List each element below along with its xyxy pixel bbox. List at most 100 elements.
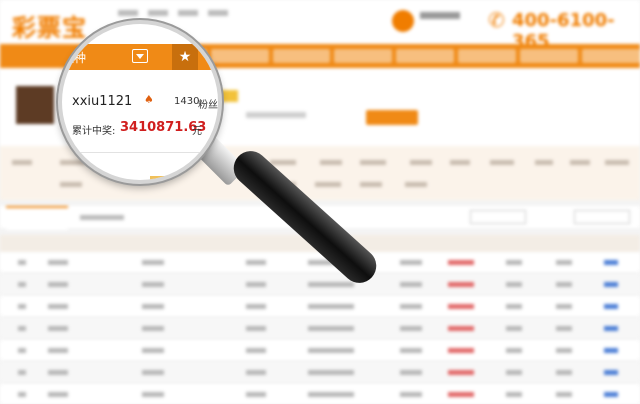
filter-chip[interactable] [12, 160, 32, 165]
table-cell [506, 282, 522, 287]
filter-chip[interactable] [315, 182, 341, 187]
table-cell [18, 370, 26, 375]
fans-count: 1430 [174, 96, 200, 107]
magnifier-lens: 玩种 ★ xxiu1121 ♠ 1430 粉丝 累计中奖: 3410871.63… [58, 20, 222, 184]
nav-item[interactable] [334, 49, 393, 63]
table-cell[interactable] [604, 392, 618, 397]
prize-label: 累计中奖: [72, 126, 116, 137]
table-cell [18, 392, 26, 397]
table-cell [142, 348, 164, 353]
table-row[interactable] [0, 274, 640, 294]
top-nav-item[interactable] [178, 10, 198, 16]
vip-badge-icon: ♠ [144, 93, 154, 106]
table-cell [308, 304, 354, 309]
table-cell [448, 370, 474, 375]
filter-select[interactable] [470, 210, 526, 224]
user-center-link[interactable] [420, 12, 460, 19]
filter-chip[interactable] [360, 182, 382, 187]
table-cell [448, 392, 474, 397]
table-cell [246, 370, 266, 375]
filter-chip[interactable] [605, 160, 629, 165]
table-cell [400, 304, 422, 309]
table-cell [18, 348, 26, 353]
table-cell[interactable] [604, 348, 618, 353]
top-nav-item[interactable] [148, 10, 168, 16]
divider [62, 152, 218, 153]
table-cell [506, 392, 522, 397]
table-row[interactable] [0, 252, 640, 272]
table-cell [308, 370, 354, 375]
table-cell [308, 348, 354, 353]
table-cell[interactable] [604, 282, 618, 287]
nav-item[interactable] [210, 49, 269, 63]
filter-chip[interactable] [490, 160, 514, 165]
table-cell [18, 326, 26, 331]
table-cell [556, 304, 572, 309]
table-cell [142, 260, 164, 265]
nav-item[interactable] [582, 49, 640, 63]
avatar [16, 86, 54, 124]
table-row[interactable] [0, 318, 640, 338]
table-cell[interactable] [604, 370, 618, 375]
profile-info [246, 112, 306, 118]
filter-chip[interactable] [320, 160, 342, 165]
filter-chip[interactable] [270, 160, 296, 165]
phone-icon: ✆ [488, 8, 505, 32]
table-cell [48, 370, 68, 375]
table-cell [48, 282, 68, 287]
table-cell [506, 304, 522, 309]
follow-button[interactable] [366, 110, 418, 125]
table-cell[interactable] [604, 260, 618, 265]
table-cell [448, 304, 474, 309]
table-cell [556, 326, 572, 331]
table-cell [448, 282, 474, 287]
tab[interactable] [80, 215, 124, 220]
filter-select[interactable] [574, 210, 630, 224]
table-row[interactable] [0, 296, 640, 316]
table-row[interactable] [0, 362, 640, 382]
chevron-down-icon[interactable] [132, 49, 148, 63]
table-cell [308, 392, 354, 397]
table-cell [308, 326, 354, 331]
top-nav [118, 10, 228, 16]
star-icon[interactable]: ★ [172, 44, 198, 70]
table-cell [48, 304, 68, 309]
filter-chip[interactable] [535, 160, 553, 165]
table-cell [142, 282, 164, 287]
table-row[interactable] [0, 340, 640, 360]
filter-chip[interactable] [570, 160, 590, 165]
filter-chip[interactable] [360, 160, 386, 165]
table-cell [448, 260, 474, 265]
filter-chip[interactable] [405, 182, 427, 187]
table-cell [18, 260, 26, 265]
table-cell [400, 392, 422, 397]
table-cell [556, 348, 572, 353]
nav-item[interactable] [458, 49, 517, 63]
table-cell [400, 348, 422, 353]
table-cell [506, 370, 522, 375]
table-cell [556, 260, 572, 265]
nav-item[interactable] [396, 49, 455, 63]
table-cell [400, 370, 422, 375]
table-cell [308, 282, 354, 287]
top-nav-item[interactable] [118, 10, 138, 16]
table-cell[interactable] [604, 304, 618, 309]
prize-unit: 元 [192, 126, 202, 137]
fans-label: 粉丝 [198, 100, 218, 111]
table-cell [48, 260, 68, 265]
table-cell[interactable] [604, 326, 618, 331]
table-cell [400, 260, 422, 265]
table-row[interactable] [0, 384, 640, 404]
filter-chip[interactable] [410, 160, 432, 165]
table-cell [448, 326, 474, 331]
filter-chip[interactable] [60, 182, 82, 187]
top-nav-item[interactable] [208, 10, 228, 16]
username: xxiu1121 [72, 94, 133, 109]
tab-active[interactable] [6, 206, 68, 230]
nav-item[interactable] [520, 49, 579, 63]
filter-chip[interactable] [450, 160, 470, 165]
user-center-icon[interactable] [392, 10, 414, 32]
table-cell [142, 370, 164, 375]
nav-item[interactable] [272, 49, 331, 63]
lottery-selector-label: 玩种 [62, 51, 87, 65]
